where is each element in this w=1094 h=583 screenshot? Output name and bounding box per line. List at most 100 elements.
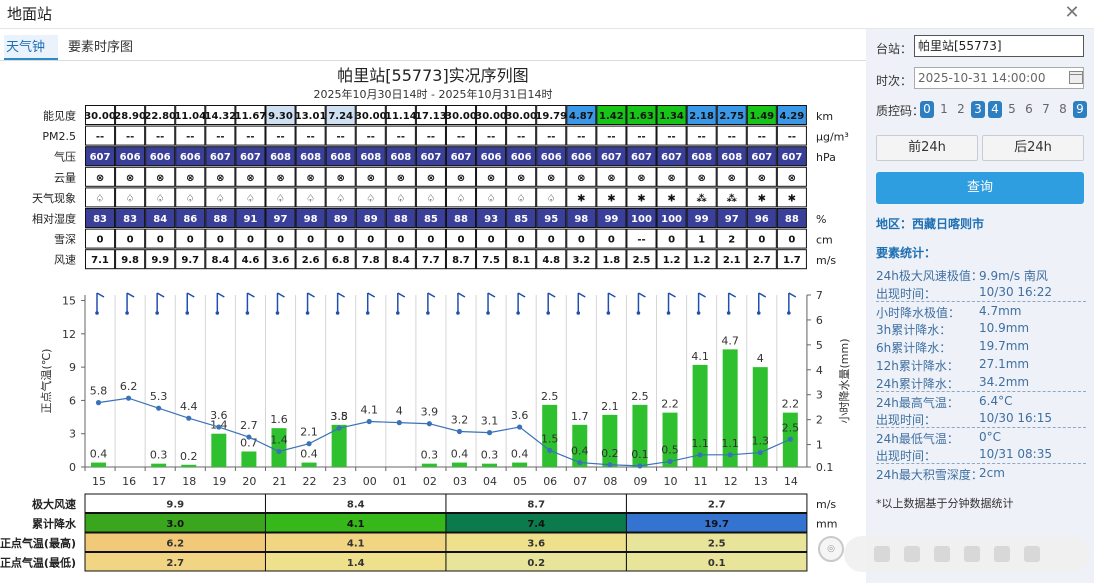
stat-row: 12h累计降水： 27.1mm (876, 355, 1086, 373)
cell-value: ⊗ (758, 173, 766, 184)
wind-barb-icon (305, 292, 315, 315)
wind-barb-dot (636, 311, 641, 315)
prev-24h-button[interactable]: 前24h (876, 135, 978, 161)
time-label: 时次： (876, 74, 913, 88)
cell-value: 8.1 (512, 255, 530, 266)
x-tick-label: 09 (633, 475, 647, 488)
qc-code-2[interactable]: 2 (954, 101, 968, 118)
stat-row: 24h最低气温： 0°C (876, 427, 1086, 446)
qc-code-3[interactable]: 3 (971, 101, 985, 118)
cell-value: 8.4 (392, 255, 410, 266)
cell-value: 0 (488, 235, 495, 246)
temperature-label: 2.7 (240, 419, 258, 432)
wind-barb-flag (487, 292, 496, 298)
cell-value: 606 (120, 152, 141, 163)
qc-code-4[interactable]: 4 (988, 101, 1002, 118)
wind-barb-dot (275, 311, 280, 315)
temperature-label: 3.6 (511, 409, 529, 422)
temperature-label: 1.4 (270, 433, 288, 446)
wind-barb-icon (726, 292, 737, 315)
stat-row: 3h累计降水： 10.9mm (876, 319, 1086, 337)
cell-value: ⁂ (697, 192, 708, 204)
cell-value: 608 (360, 152, 381, 163)
cell-value: 606 (481, 152, 502, 163)
x-tick-label: 19 (212, 475, 226, 488)
wind-barb-icon (636, 292, 646, 315)
wind-barb-flag (277, 292, 285, 298)
qc-label: 质控码： (876, 104, 925, 118)
qc-code-1[interactable]: 1 (937, 101, 951, 118)
cell-value: -- (306, 132, 314, 143)
cell-value: 88 (394, 214, 408, 225)
cell-value: 1.2 (663, 255, 681, 266)
cell-value: 83 (93, 214, 107, 225)
window-title: 地面站 (7, 5, 53, 23)
summary-row-label: 正点气温(最低) (0, 556, 76, 570)
temperature-point (276, 448, 282, 455)
precip-bar-label: 0.3 (481, 449, 499, 462)
cell-value: ♤ (306, 193, 315, 204)
summary-row-label: 极大风速 (32, 497, 76, 511)
temperature-label: 2.5 (782, 421, 800, 434)
cell-value: 1.34 (659, 111, 684, 122)
cell-value: 11.04 (174, 111, 206, 122)
cell-value: 8.4 (212, 255, 230, 266)
precip-bar-label: 0.4 (511, 448, 529, 461)
cell-value: ♤ (216, 193, 225, 204)
wind-barb-dot (486, 311, 490, 315)
close-icon[interactable]: ✕ (1062, 3, 1082, 23)
query-button[interactable]: 查询 (876, 172, 1084, 204)
cell-value: ♤ (366, 193, 375, 204)
wind-barb-icon (787, 292, 797, 315)
cell-value: 0 (217, 235, 224, 246)
tab-element-timeseries[interactable]: 要素时序图 (68, 35, 133, 60)
y-tick-label: 0 (69, 461, 76, 474)
temperature-point (95, 400, 102, 406)
cell-value: -- (367, 132, 375, 143)
cell-value: 98 (574, 214, 588, 225)
wind-barb-icon (426, 292, 436, 315)
weibo-logo-icon: ◎ (818, 536, 844, 562)
cell-value: ⊗ (367, 173, 375, 184)
wind-barb-dot (516, 311, 520, 315)
cell-value: 97 (725, 214, 739, 225)
next-24h-button[interactable]: 后24h (982, 135, 1084, 161)
wind-barb-icon (396, 292, 406, 315)
tab-weather-clock[interactable]: 天气钟 (4, 35, 58, 60)
summary-row-label: 正点气温(最高) (0, 536, 76, 550)
calendar-icon[interactable] (1069, 71, 1083, 84)
cell-value: ⊗ (637, 173, 645, 184)
qc-code-7[interactable]: 7 (1039, 101, 1053, 118)
qc-code-5[interactable]: 5 (1005, 101, 1019, 118)
station-input[interactable]: 帕里站[55773] (914, 35, 1084, 57)
stat-row: 24h最高气温： 6.4°C (876, 391, 1086, 410)
temperature-label: 1.1 (721, 437, 739, 450)
cell-value: 96 (755, 214, 769, 225)
cell-value: 83 (123, 214, 137, 225)
cell-value: 0 (247, 235, 254, 246)
cell-value: 607 (631, 152, 652, 163)
temperature-label: 2.1 (300, 426, 318, 439)
temperature-label: 5.3 (150, 390, 168, 403)
summary-row-label: 累计降水 (32, 517, 77, 531)
cell-value: 1.42 (599, 111, 624, 122)
stat-value: 4.7mm (979, 304, 1022, 318)
qc-code-9[interactable]: 9 (1073, 101, 1087, 118)
precip-bar (241, 451, 257, 467)
cell-value: 0 (337, 235, 344, 246)
time-input[interactable]: 2025-10-31 14:00:00 (914, 67, 1084, 89)
precip-bar-label: 1.6 (270, 413, 288, 426)
cell-value: 0 (668, 235, 675, 246)
cell-value: 7.1 (91, 255, 109, 266)
qc-code-6[interactable]: 6 (1022, 101, 1036, 118)
wind-barb-icon (576, 292, 586, 315)
stat-row: 出现时间： 10/30 16:22 (876, 283, 1086, 301)
cell-value: 9.30 (268, 111, 293, 122)
wind-barb-dot (756, 311, 761, 315)
cell-value: -- (156, 132, 164, 143)
precip-bar-label: 0.3 (421, 449, 439, 462)
qc-code-0[interactable]: 0 (920, 101, 934, 118)
wind-barb-flag (758, 292, 767, 298)
qc-code-8[interactable]: 8 (1056, 101, 1070, 118)
cell-value: ✱ (607, 193, 615, 204)
